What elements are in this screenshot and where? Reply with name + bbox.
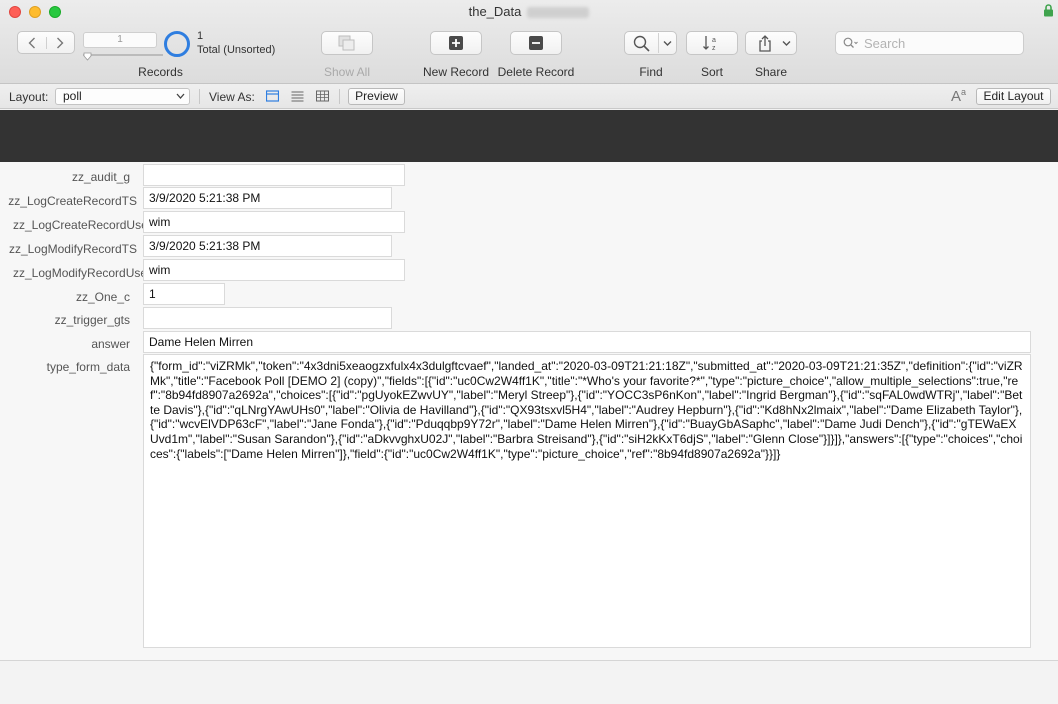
show-all-icon xyxy=(338,35,355,51)
record-slider-track[interactable] xyxy=(83,54,163,56)
find-label: Find xyxy=(639,65,663,79)
view-as-label: View As: xyxy=(209,90,255,104)
svg-text:a: a xyxy=(712,37,716,44)
text-format-icon-sup: a xyxy=(961,87,967,97)
chevron-down-icon[interactable] xyxy=(782,40,791,47)
layout-header xyxy=(0,110,1058,162)
search-icon xyxy=(843,37,858,48)
sort-az-icon: a z xyxy=(703,36,716,52)
field-zz-logcreaterecorduse[interactable]: wim xyxy=(143,211,405,233)
field-zz-audit-g[interactable] xyxy=(143,164,405,186)
previous-record-button[interactable] xyxy=(18,37,46,49)
preview-button[interactable]: Preview xyxy=(348,88,405,105)
share-label: Share xyxy=(754,65,788,79)
table-view-icon[interactable] xyxy=(316,90,329,102)
new-record-label: New Record xyxy=(422,65,490,79)
field-label-answer: answer xyxy=(91,337,130,351)
field-label-zz-logmodifyrecordts: zz_LogModifyRecordTS xyxy=(8,242,137,256)
edit-layout-button[interactable]: Edit Layout xyxy=(976,88,1051,105)
field-zz-logmodifyrecorduse[interactable]: wim xyxy=(143,259,405,281)
find-button[interactable] xyxy=(624,31,677,55)
svg-text:z: z xyxy=(712,45,716,52)
window-title-text: the_Data xyxy=(468,4,522,19)
search-field[interactable] xyxy=(835,31,1024,55)
separator xyxy=(339,89,340,104)
list-view-icon[interactable] xyxy=(291,90,304,102)
record-slider-knob[interactable] xyxy=(83,52,92,61)
magnifier-icon xyxy=(633,35,650,52)
minus-icon xyxy=(529,36,543,50)
found-set-pie-icon[interactable] xyxy=(164,31,190,57)
window-title: the_Data xyxy=(0,4,1058,19)
chevron-right-icon xyxy=(57,37,64,48)
text-format-icon[interactable]: Aa xyxy=(951,87,966,105)
lock-icon xyxy=(1044,4,1053,17)
share-button[interactable] xyxy=(745,31,797,55)
text-format-icon-letter: A xyxy=(951,88,962,105)
show-all-button[interactable] xyxy=(321,31,373,55)
field-label-zz-one-c: zz_One_c xyxy=(75,290,130,304)
search-input[interactable] xyxy=(864,35,1019,51)
field-label-zz-audit-g: zz_audit_g xyxy=(71,170,130,184)
delete-record-label: Delete Record xyxy=(497,65,575,79)
field-type-form-data[interactable]: {"form_id":"viZRMk","token":"4x3dni5xeao… xyxy=(143,354,1031,648)
chevron-left-icon xyxy=(28,37,35,48)
found-count: 1 xyxy=(197,30,204,42)
total-label: Total (Unsorted) xyxy=(197,44,276,56)
layout-select-value: poll xyxy=(63,89,82,103)
new-record-button[interactable] xyxy=(430,31,482,55)
chevron-down-icon xyxy=(176,93,185,99)
sort-button[interactable]: a z xyxy=(686,31,738,55)
separator xyxy=(199,89,200,104)
sort-label: Sort xyxy=(700,65,723,79)
plus-icon xyxy=(449,36,463,50)
toolbar: the_Data 1 1 Total (Unsorted) Records Sh… xyxy=(0,0,1058,84)
layout-bar: Layout: poll View As: Preview Aa Edit La… xyxy=(0,84,1058,109)
field-label-zz-logcreaterecorduse: zz_LogCreateRecordUse xyxy=(13,218,148,232)
field-label-type-form-data: type_form_data xyxy=(46,360,130,374)
chevron-down-icon[interactable] xyxy=(663,40,672,47)
redacted-text xyxy=(527,7,590,19)
field-label-zz-logcreaterecordts: zz_LogCreateRecordTS xyxy=(8,194,137,208)
show-all-label: Show All xyxy=(323,65,371,79)
delete-record-button[interactable] xyxy=(510,31,562,55)
field-zz-logmodifyrecordts[interactable]: 3/9/2020 5:21:38 PM xyxy=(143,235,392,257)
field-label-zz-trigger-gts: zz_trigger_gts xyxy=(54,313,130,327)
share-icon xyxy=(759,34,771,52)
status-footer xyxy=(0,660,1058,704)
field-label-zz-logmodifyrecorduse: zz_LogModifyRecordUse xyxy=(13,266,148,280)
layout-select[interactable]: poll xyxy=(55,88,190,105)
field-zz-logcreaterecordts[interactable]: 3/9/2020 5:21:38 PM xyxy=(143,187,392,209)
field-answer[interactable]: Dame Helen Mirren xyxy=(143,331,1031,353)
record-navigation xyxy=(17,31,75,54)
next-record-button[interactable] xyxy=(45,36,75,49)
records-label: Records xyxy=(138,65,183,79)
form-view-icon[interactable] xyxy=(266,90,279,102)
field-zz-trigger-gts[interactable] xyxy=(143,307,392,329)
field-zz-one-c[interactable]: 1 xyxy=(143,283,225,305)
layout-label: Layout: xyxy=(9,90,49,104)
form-body: zz_audit_g zz_LogCreateRecordTS 3/9/2020… xyxy=(0,162,1058,660)
find-divider xyxy=(658,33,659,53)
current-record-field[interactable]: 1 xyxy=(83,32,157,48)
